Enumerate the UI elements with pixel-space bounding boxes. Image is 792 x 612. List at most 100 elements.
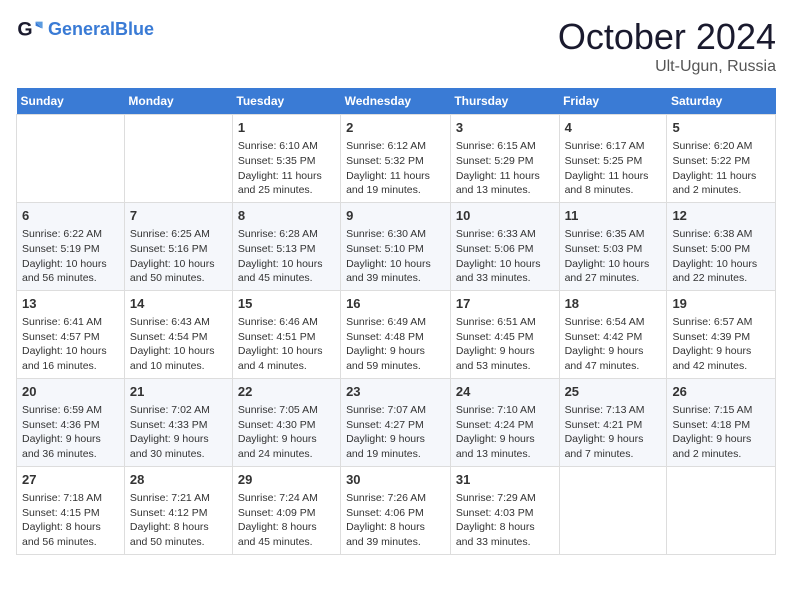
day-number: 25: [565, 383, 662, 401]
calendar-cell: 11 Sunrise: 6:35 AM Sunset: 5:03 PM Dayli…: [559, 202, 667, 290]
calendar-cell: 8Sunrise: 6:28 AM Sunset: 5:13 PM Daylig…: [232, 202, 340, 290]
calendar-cell: 14Sunrise: 6:43 AM Sunset: 4:54 PM Dayli…: [124, 290, 232, 378]
calendar-cell: [124, 115, 232, 203]
calendar-body: 1 Sunrise: 6:10 AM Sunset: 5:35 PM Daylig…: [17, 115, 776, 555]
day-number: 3: [456, 119, 554, 137]
calendar-week-row: 13Sunrise: 6:41 AM Sunset: 4:57 PM Dayli…: [17, 290, 776, 378]
cell-content: Sunrise: 6:35 AM Sunset: 5:03 PM Dayligh…: [565, 227, 662, 286]
cell-content: Sunrise: 6:51 AM Sunset: 4:45 PM Dayligh…: [456, 315, 554, 374]
calendar-cell: [667, 466, 776, 554]
cell-content: Sunrise: 7:18 AM Sunset: 4:15 PM Dayligh…: [22, 491, 119, 550]
logo-icon: G: [16, 16, 44, 44]
day-number: 2: [346, 119, 445, 137]
day-number: 26: [672, 383, 770, 401]
calendar-cell: 31 Sunrise: 7:29 AM Sunset: 4:03 PM Dayli…: [450, 466, 559, 554]
col-sunday: Sunday: [17, 88, 125, 115]
calendar-cell: 7 Sunrise: 6:25 AM Sunset: 5:16 PM Daylig…: [124, 202, 232, 290]
cell-content: Sunrise: 7:02 AM Sunset: 4:33 PM Dayligh…: [130, 403, 227, 462]
col-monday: Monday: [124, 88, 232, 115]
calendar-week-row: 6 Sunrise: 6:22 AM Sunset: 5:19 PM Daylig…: [17, 202, 776, 290]
calendar-table: Sunday Monday Tuesday Wednesday Thursday…: [16, 88, 776, 555]
cell-content: Sunrise: 6:54 AM Sunset: 4:42 PM Dayligh…: [565, 315, 662, 374]
calendar-week-row: 1 Sunrise: 6:10 AM Sunset: 5:35 PM Daylig…: [17, 115, 776, 203]
day-number: 21: [130, 383, 227, 401]
calendar-cell: 25Sunrise: 7:13 AM Sunset: 4:21 PM Dayli…: [559, 378, 667, 466]
calendar-cell: 29 Sunrise: 7:24 AM Sunset: 4:09 PM Dayli…: [232, 466, 340, 554]
day-number: 17: [456, 295, 554, 313]
cell-content: Sunrise: 6:38 AM Sunset: 5:00 PM Dayligh…: [672, 227, 770, 286]
calendar-cell: 17 Sunrise: 6:51 AM Sunset: 4:45 PM Dayli…: [450, 290, 559, 378]
calendar-cell: 24 Sunrise: 7:10 AM Sunset: 4:24 PM Dayli…: [450, 378, 559, 466]
cell-content: Sunrise: 6:10 AM Sunset: 5:35 PM Dayligh…: [238, 139, 335, 198]
cell-content: Sunrise: 7:24 AM Sunset: 4:09 PM Dayligh…: [238, 491, 335, 550]
calendar-cell: 22Sunrise: 7:05 AM Sunset: 4:30 PM Dayli…: [232, 378, 340, 466]
day-number: 4: [565, 119, 662, 137]
day-number: 19: [672, 295, 770, 313]
day-number: 16: [346, 295, 445, 313]
calendar-cell: 5Sunrise: 6:20 AM Sunset: 5:22 PM Daylig…: [667, 115, 776, 203]
cell-content: Sunrise: 6:46 AM Sunset: 4:51 PM Dayligh…: [238, 315, 335, 374]
calendar-cell: 23 Sunrise: 7:07 AM Sunset: 4:27 PM Dayli…: [341, 378, 451, 466]
day-number: 7: [130, 207, 227, 225]
cell-content: Sunrise: 6:17 AM Sunset: 5:25 PM Dayligh…: [565, 139, 662, 198]
svg-text:G: G: [17, 19, 32, 41]
cell-content: Sunrise: 7:21 AM Sunset: 4:12 PM Dayligh…: [130, 491, 227, 550]
day-number: 14: [130, 295, 227, 313]
day-number: 15: [238, 295, 335, 313]
cell-content: Sunrise: 6:15 AM Sunset: 5:29 PM Dayligh…: [456, 139, 554, 198]
day-number: 9: [346, 207, 445, 225]
calendar-cell: 26Sunrise: 7:15 AM Sunset: 4:18 PM Dayli…: [667, 378, 776, 466]
weekday-row: Sunday Monday Tuesday Wednesday Thursday…: [17, 88, 776, 115]
cell-content: Sunrise: 7:10 AM Sunset: 4:24 PM Dayligh…: [456, 403, 554, 462]
logo: G GeneralBlue: [16, 16, 154, 44]
day-number: 23: [346, 383, 445, 401]
col-thursday: Thursday: [450, 88, 559, 115]
cell-content: Sunrise: 7:29 AM Sunset: 4:03 PM Dayligh…: [456, 491, 554, 550]
calendar-cell: 3 Sunrise: 6:15 AM Sunset: 5:29 PM Daylig…: [450, 115, 559, 203]
day-number: 5: [672, 119, 770, 137]
day-number: 29: [238, 471, 335, 489]
day-number: 20: [22, 383, 119, 401]
calendar-cell: 28Sunrise: 7:21 AM Sunset: 4:12 PM Dayli…: [124, 466, 232, 554]
calendar-week-row: 20 Sunrise: 6:59 AM Sunset: 4:36 PM Dayli…: [17, 378, 776, 466]
day-number: 31: [456, 471, 554, 489]
day-number: 1: [238, 119, 335, 137]
calendar-week-row: 27Sunrise: 7:18 AM Sunset: 4:15 PM Dayli…: [17, 466, 776, 554]
logo-general: General: [48, 19, 115, 39]
calendar-cell: 9Sunrise: 6:30 AM Sunset: 5:10 PM Daylig…: [341, 202, 451, 290]
cell-content: Sunrise: 6:41 AM Sunset: 4:57 PM Dayligh…: [22, 315, 119, 374]
day-number: 6: [22, 207, 119, 225]
calendar-cell: 1 Sunrise: 6:10 AM Sunset: 5:35 PM Daylig…: [232, 115, 340, 203]
day-number: 12: [672, 207, 770, 225]
day-number: 10: [456, 207, 554, 225]
col-tuesday: Tuesday: [232, 88, 340, 115]
calendar-cell: 16Sunrise: 6:49 AM Sunset: 4:48 PM Dayli…: [341, 290, 451, 378]
cell-content: Sunrise: 7:26 AM Sunset: 4:06 PM Dayligh…: [346, 491, 445, 550]
month-title: October 2024: [558, 16, 776, 58]
calendar-cell: 19Sunrise: 6:57 AM Sunset: 4:39 PM Dayli…: [667, 290, 776, 378]
cell-content: Sunrise: 6:25 AM Sunset: 5:16 PM Dayligh…: [130, 227, 227, 286]
calendar-cell: 6 Sunrise: 6:22 AM Sunset: 5:19 PM Daylig…: [17, 202, 125, 290]
day-number: 11: [565, 207, 662, 225]
calendar-cell: [17, 115, 125, 203]
calendar-cell: 27Sunrise: 7:18 AM Sunset: 4:15 PM Dayli…: [17, 466, 125, 554]
logo-text: GeneralBlue: [48, 20, 154, 40]
calendar-cell: 4 Sunrise: 6:17 AM Sunset: 5:25 PM Daylig…: [559, 115, 667, 203]
cell-content: Sunrise: 7:07 AM Sunset: 4:27 PM Dayligh…: [346, 403, 445, 462]
title-section: October 2024 Ult-Ugun, Russia: [558, 16, 776, 76]
calendar-cell: 2Sunrise: 6:12 AM Sunset: 5:32 PM Daylig…: [341, 115, 451, 203]
logo-blue: Blue: [115, 19, 154, 39]
cell-content: Sunrise: 6:59 AM Sunset: 4:36 PM Dayligh…: [22, 403, 119, 462]
calendar-cell: 12 Sunrise: 6:38 AM Sunset: 5:00 PM Dayli…: [667, 202, 776, 290]
calendar-cell: 18 Sunrise: 6:54 AM Sunset: 4:42 PM Dayli…: [559, 290, 667, 378]
day-number: 18: [565, 295, 662, 313]
day-number: 30: [346, 471, 445, 489]
cell-content: Sunrise: 6:33 AM Sunset: 5:06 PM Dayligh…: [456, 227, 554, 286]
calendar-cell: 13Sunrise: 6:41 AM Sunset: 4:57 PM Dayli…: [17, 290, 125, 378]
calendar-cell: 20 Sunrise: 6:59 AM Sunset: 4:36 PM Dayli…: [17, 378, 125, 466]
calendar-cell: 10 Sunrise: 6:33 AM Sunset: 5:06 PM Dayli…: [450, 202, 559, 290]
calendar-cell: 15 Sunrise: 6:46 AM Sunset: 4:51 PM Dayli…: [232, 290, 340, 378]
col-saturday: Saturday: [667, 88, 776, 115]
day-number: 24: [456, 383, 554, 401]
cell-content: Sunrise: 6:22 AM Sunset: 5:19 PM Dayligh…: [22, 227, 119, 286]
